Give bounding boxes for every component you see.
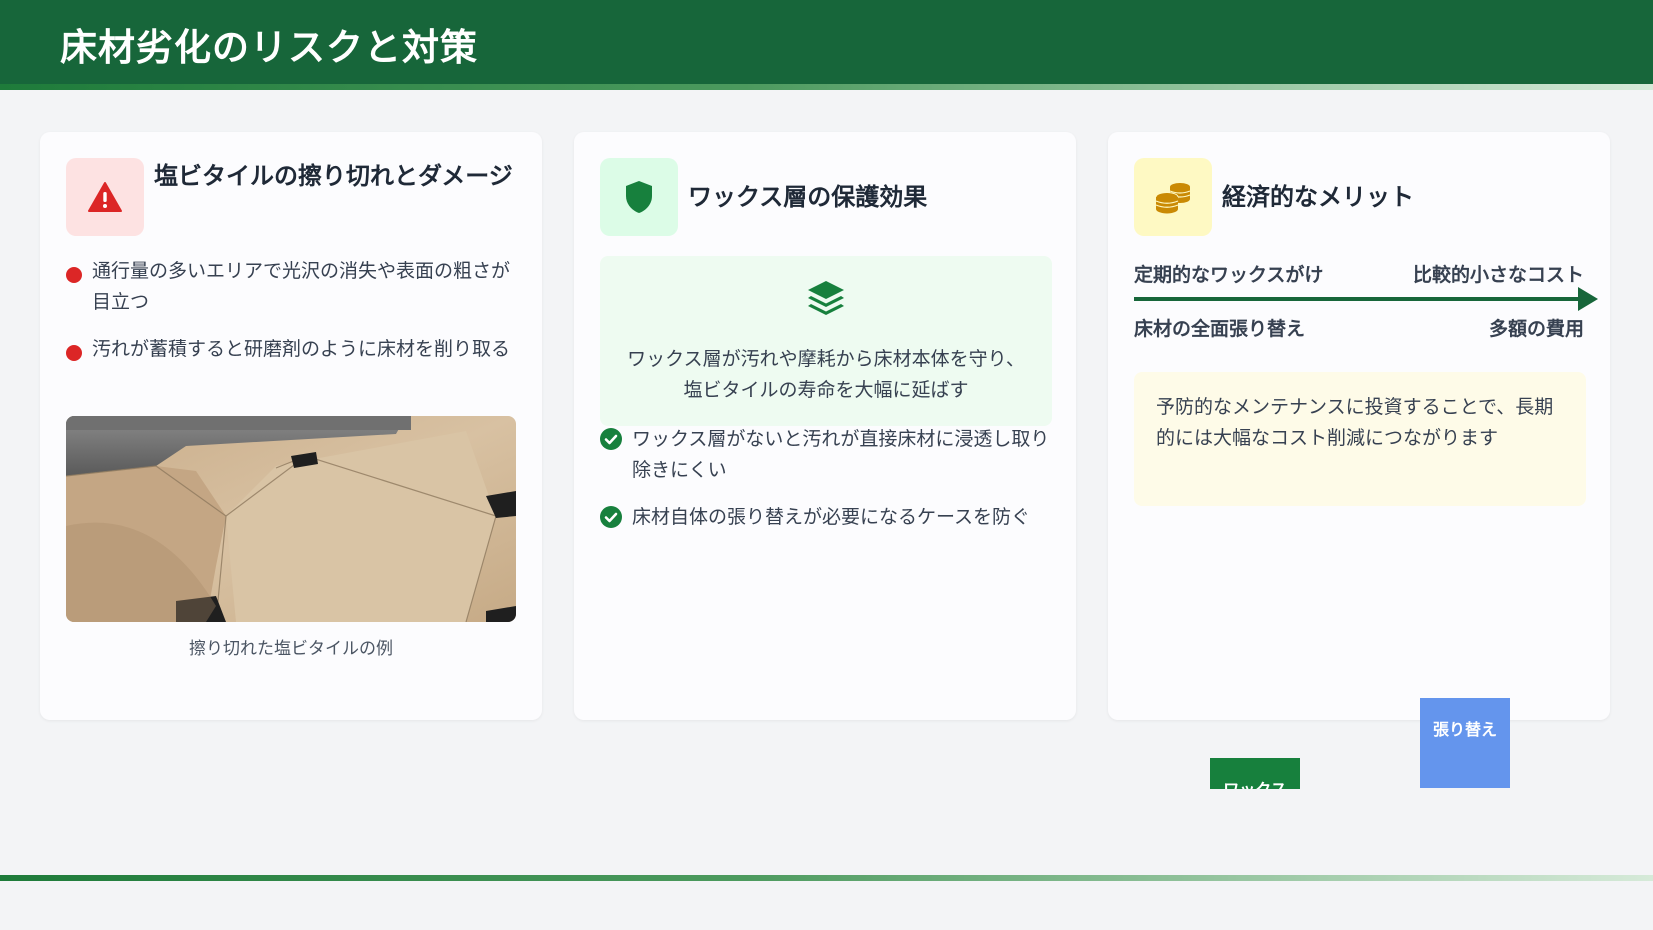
highlight-text: ワックス層が汚れや摩耗から床材本体を守り、塩ビタイルの寿命を大幅に延ばす [627, 348, 1025, 401]
arrow-right-icon [1578, 287, 1598, 311]
comparison-label-low-cost: 比較的小さなコスト [1412, 264, 1584, 286]
layers-icon [808, 281, 844, 315]
header-divider [0, 84, 1653, 90]
highlight-box: ワックス層が汚れや摩耗から床材本体を守り、塩ビタイルの寿命を大幅に延ばす [600, 256, 1052, 426]
shield-icon-box [600, 158, 678, 236]
bullet-text: 汚れが蓄積すると研磨剤のように床材を削り取る [92, 338, 511, 360]
footer-divider [0, 875, 1653, 881]
chart-bar-wax: ワックス [1210, 758, 1300, 789]
chart-bar-replacement: 張り替え [1420, 698, 1510, 788]
header-bar: 床材劣化のリスクと対策 [0, 0, 1653, 86]
card-title: 経済的なメリット [1222, 183, 1414, 211]
card-wax-protection: ワックス層の保護効果 ワックス層が汚れや摩耗から床材本体を守り、塩ビタイルの寿命… [574, 132, 1076, 720]
bar-label: 張り替え [1432, 720, 1497, 739]
note-text: 予防的なメンテナンスに投資することで、長期的には大幅なコスト削減につながります [1156, 396, 1554, 449]
card-title: ワックス層の保護効果 [688, 183, 928, 211]
card-vinyl-damage: 塩ビタイルの擦り切れとダメージ 通行量の多いエリアで光沢の消失や表面の粗さが目立… [40, 132, 542, 720]
list-item: 汚れが蓄積すると研磨剤のように床材を削り取る [66, 334, 516, 365]
bullet-dot-icon [66, 267, 82, 283]
image-caption: 擦り切れた塩ビタイルの例 [189, 639, 393, 659]
warning-triangle-icon [88, 182, 122, 212]
list-item: 床材自体の張り替えが必要になるケースを防ぐ [600, 502, 1050, 533]
warning-icon-box [66, 158, 144, 236]
check-circle-icon [600, 428, 622, 450]
comparison-label-replacement: 床材の全面張り替え [1134, 318, 1306, 340]
comparison-label-high-cost: 多額の費用 [1488, 318, 1584, 340]
bullet-text: 通行量の多いエリアで光沢の消失や表面の粗さが目立つ [92, 260, 511, 313]
bar-label: ワックス [1223, 780, 1287, 789]
bullet-text: ワックス層がないと汚れが直接床材に浸透し取り除きにくい [632, 428, 1050, 481]
page-title: 床材劣化のリスクと対策 [60, 26, 478, 69]
coins-icon-box [1134, 158, 1212, 236]
bullet-text: 床材自体の張り替えが必要になるケースを防ぐ [632, 506, 1031, 528]
coins-icon [1155, 183, 1191, 214]
comparison-arrow-line [1134, 297, 1584, 301]
card-economic-benefit: 経済的なメリット 定期的なワックスがけ 比較的小さなコスト 床材の全面張り替え … [1108, 132, 1610, 789]
worn-tile-photo [66, 416, 516, 622]
note-box: 予防的なメンテナンスに投資することで、長期的には大幅なコスト削減につながります [1134, 372, 1586, 506]
comparison-label-wax: 定期的なワックスがけ [1134, 264, 1324, 286]
list-item: 通行量の多いエリアで光沢の消失や表面の粗さが目立つ [66, 256, 516, 318]
list-item: ワックス層がないと汚れが直接床材に浸透し取り除きにくい [600, 424, 1050, 486]
shield-icon [626, 181, 652, 213]
cost-comparison-chart: ワックス 張り替え [1134, 524, 1586, 789]
bullet-dot-icon [66, 345, 82, 361]
check-circle-icon [600, 506, 622, 528]
card-title: 塩ビタイルの擦り切れとダメージ [154, 162, 513, 190]
